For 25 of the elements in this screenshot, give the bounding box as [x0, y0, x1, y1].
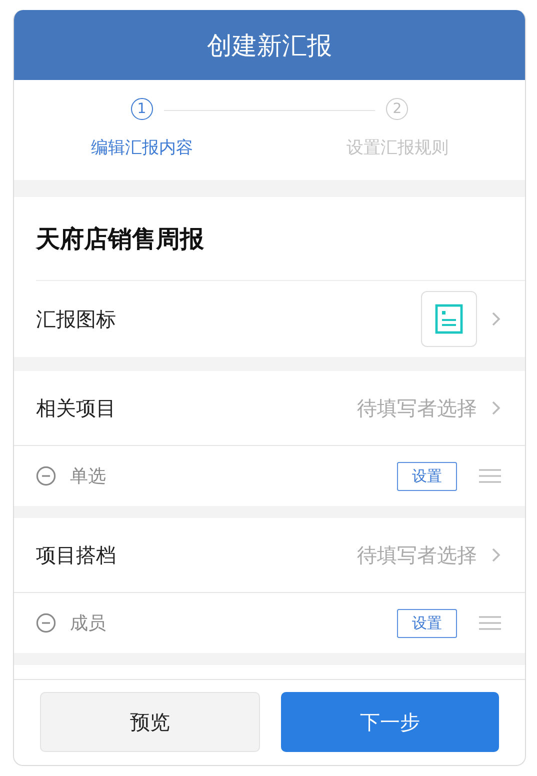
- option-label: 单选: [70, 465, 107, 488]
- field-label: 相关项目: [36, 394, 117, 422]
- step-number: 1: [130, 98, 153, 120]
- chevron-right-icon: [491, 547, 501, 563]
- placeholder-text[interactable]: 待填写者选择: [357, 542, 477, 568]
- step-number: 2: [386, 98, 408, 120]
- step-label[interactable]: 编辑汇报内容: [90, 138, 193, 158]
- next-button[interactable]: 下一步: [281, 692, 499, 752]
- setting-button[interactable]: 设置: [397, 462, 457, 490]
- document-icon: [435, 304, 463, 334]
- report-icon-tile[interactable]: [421, 291, 477, 347]
- icon-label: 汇报图标: [36, 306, 117, 332]
- remove-icon[interactable]: [36, 613, 56, 633]
- drag-handle-icon[interactable]: [479, 469, 501, 483]
- drag-handle-icon[interactable]: [479, 616, 501, 630]
- page-title: 创建新汇报: [207, 30, 332, 62]
- remove-icon[interactable]: [36, 466, 56, 486]
- placeholder-text[interactable]: 待填写者选择: [357, 394, 477, 422]
- option-label: 成员: [70, 612, 107, 635]
- preview-button[interactable]: 预览: [40, 692, 260, 752]
- setting-button[interactable]: 设置: [397, 608, 457, 638]
- field-label: 项目搭档: [36, 542, 117, 568]
- chevron-right-icon: [491, 400, 501, 416]
- chevron-right-icon: [491, 311, 501, 327]
- report-title: 天府店销售周报: [36, 224, 204, 254]
